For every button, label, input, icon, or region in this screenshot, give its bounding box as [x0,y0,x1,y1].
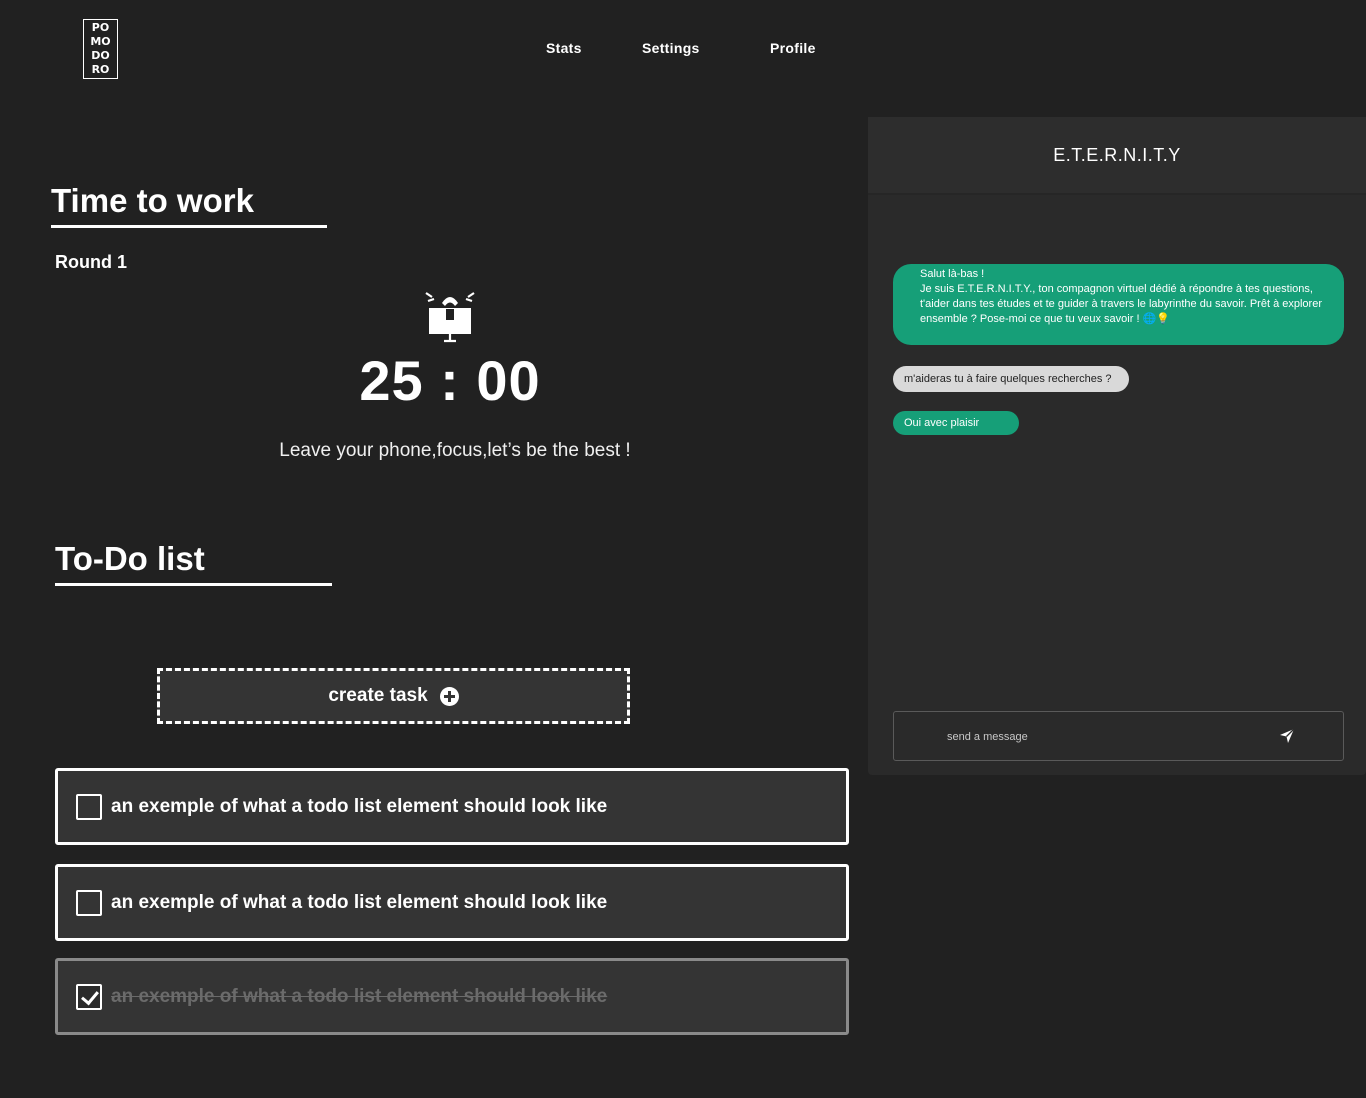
logo-line: RO [91,63,110,76]
alarm-clock-icon [425,292,475,343]
todo-item-text: an exemple of what a todo list element s… [111,985,608,1007]
bot-message: Oui avec plaisir [893,411,1019,435]
chat-panel: E.T.E.R.N.I.T.Y Salut là-bas ! Je suis E… [868,117,1366,775]
nav-profile-link[interactable]: Profile [770,40,816,56]
motivation-text: Leave your phone,focus,let’s be the best… [279,440,631,461]
pomodoro-logo[interactable]: PO MO DO RO [83,19,118,79]
user-message: m'aideras tu à faire quelques recherches… [893,366,1129,392]
bot-message: Salut là-bas ! Je suis E.T.E.R.N.I.T.Y.,… [893,264,1344,345]
timer-display: 25 : 00 [359,349,541,412]
logo-line: MO [90,35,111,48]
bot-message-text: Oui avec plaisir [904,416,980,429]
plus-circle-icon [439,686,459,706]
user-message-text: m'aideras tu à faire quelques recherches… [904,372,1112,385]
todo-item-completed[interactable]: an exemple of what a todo list element s… [55,958,849,1035]
nav-settings-link[interactable]: Settings [642,40,700,56]
bot-message-body: Je suis E.T.E.R.N.I.T.Y., ton compagnon … [920,283,1322,325]
nav-stats-link[interactable]: Stats [546,40,582,56]
todo-item[interactable]: an exemple of what a todo list element s… [55,864,849,941]
todo-checkbox[interactable] [76,793,102,820]
todo-item-text: an exemple of what a todo list element s… [111,891,608,913]
todo-item[interactable]: an exemple of what a todo list element s… [55,768,849,845]
bot-message-greeting: Salut là-bas ! [920,268,985,280]
round-label: Round 1 [55,252,127,272]
work-title: Time to work [51,182,254,219]
logo-line: PO [91,21,110,34]
logo-line: DO [91,49,110,62]
todo-checkbox-checked[interactable] [76,983,102,1010]
create-task-button[interactable]: create task [157,668,630,724]
todo-checkbox[interactable] [76,889,102,916]
chat-input-box [893,711,1344,761]
chat-title: E.T.E.R.N.I.T.Y [1053,144,1181,165]
todo-item-text: an exemple of what a todo list element s… [111,795,608,817]
chat-header: E.T.E.R.N.I.T.Y [868,117,1366,195]
todo-title-underline [55,583,332,586]
send-icon[interactable] [1278,727,1296,745]
message-input[interactable] [945,726,1249,748]
work-title-underline [51,225,327,228]
todo-title: To-Do list [55,540,205,577]
create-task-label: create task [328,685,428,706]
